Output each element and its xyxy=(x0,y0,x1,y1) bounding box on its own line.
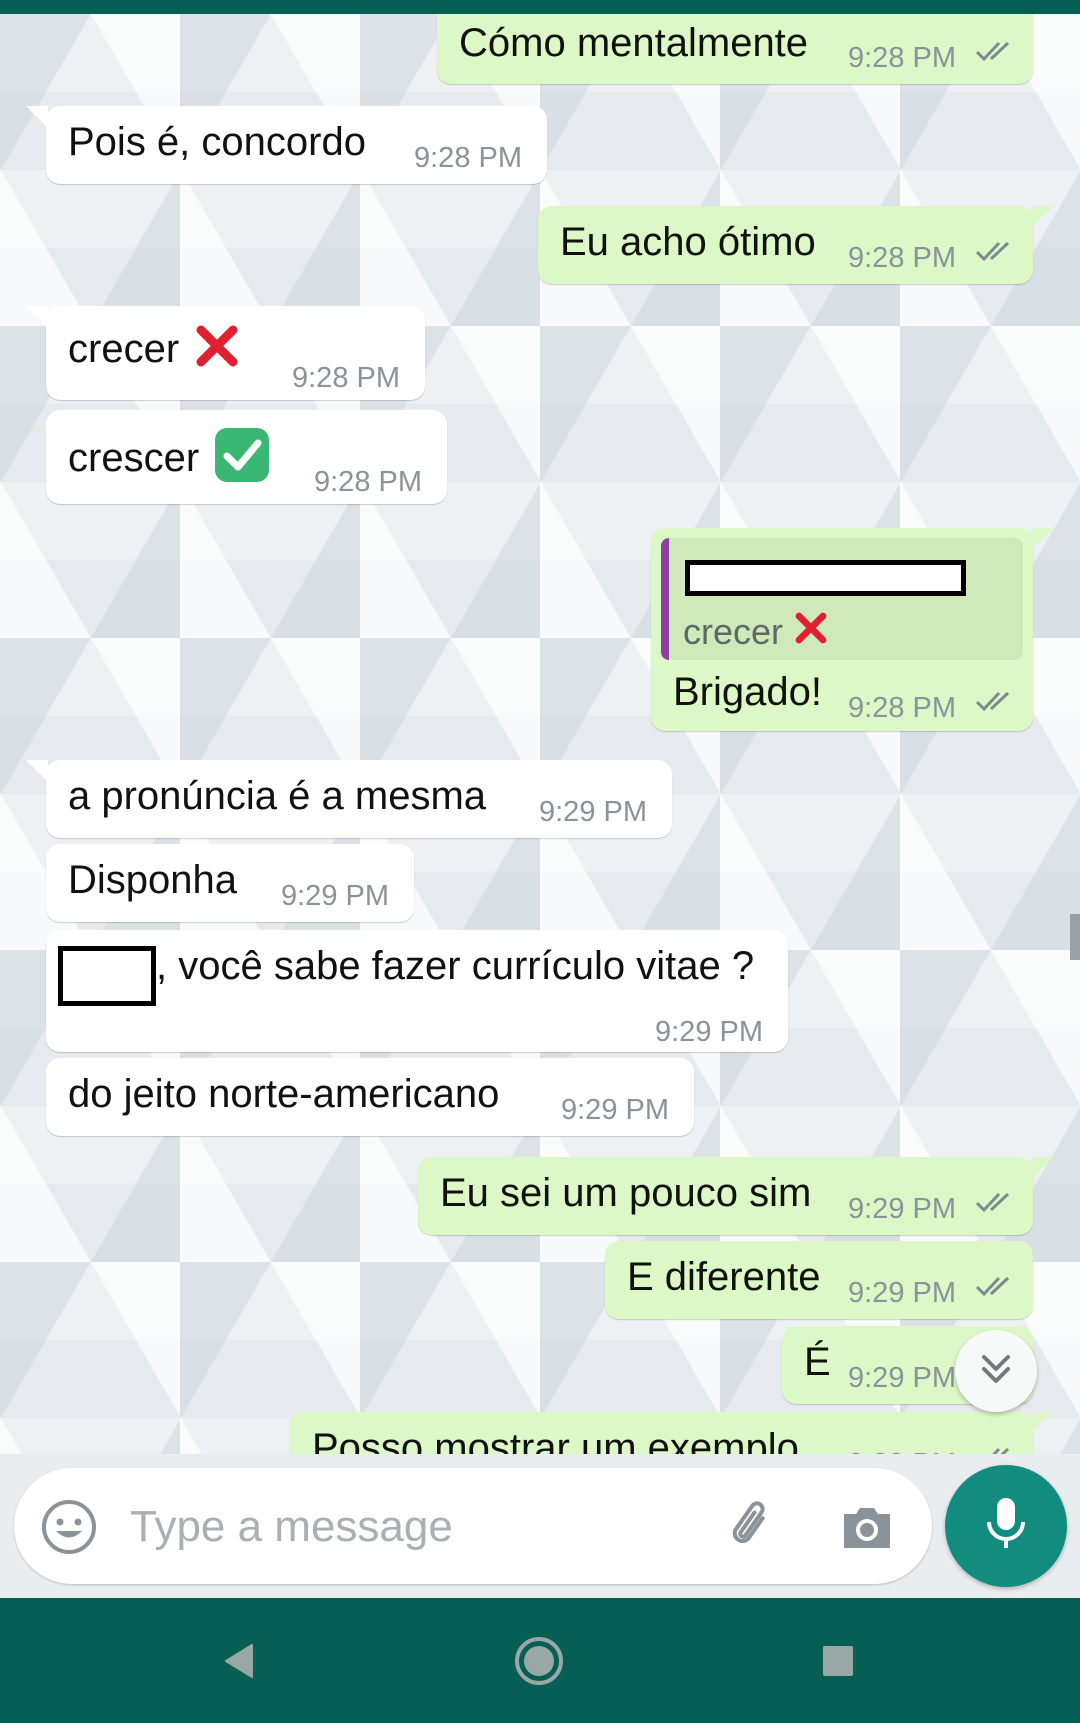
message-bubble-incoming[interactable]: a pronúncia é a mesma 9:29 PM xyxy=(26,760,672,838)
message-input[interactable] xyxy=(128,1496,692,1558)
message-bubble-incoming[interactable]: crecer 9:28 PM xyxy=(26,306,425,400)
message-bubble-outgoing[interactable]: Eu acho ótimo 9:28 PM xyxy=(538,206,1053,284)
redacted-name xyxy=(58,946,156,1006)
message-time: 9:28 PM xyxy=(848,42,956,74)
message-text: Eu sei um pouco sim xyxy=(440,1171,812,1215)
message-text: Brigado! xyxy=(673,670,822,714)
message-bubble-incoming[interactable]: Disponha 9:29 PM xyxy=(46,844,414,922)
message-text: , você sabe fazer currículo vitae ? xyxy=(156,944,755,988)
message-time: 9:28 PM xyxy=(292,362,400,394)
message-text: Eu acho ótimo xyxy=(560,220,816,264)
read-ticks-icon xyxy=(975,690,1015,712)
read-ticks-icon xyxy=(975,1275,1015,1297)
system-navigation-bar xyxy=(0,1598,1080,1723)
quoted-message[interactable]: crecer xyxy=(661,538,1023,660)
message-text: E diferente xyxy=(627,1255,821,1299)
red-x-icon xyxy=(193,322,241,381)
read-ticks-icon xyxy=(975,40,1015,62)
message-bubble-incoming[interactable]: do jeito norte-americano 9:29 PM xyxy=(46,1058,694,1136)
message-time: 9:29 PM xyxy=(848,1440,956,1454)
mic-icon xyxy=(983,1496,1029,1557)
message-composer xyxy=(14,1468,932,1584)
message-time: 9:29 PM xyxy=(539,796,647,828)
message-text: do jeito norte-americano xyxy=(68,1072,500,1116)
quoted-author-redacted xyxy=(685,560,966,596)
red-x-icon xyxy=(793,610,829,658)
scrollbar-thumb[interactable] xyxy=(1070,914,1080,960)
message-text: Pois é, concordo xyxy=(68,120,366,164)
message-time: 9:28 PM xyxy=(848,692,956,724)
message-text: crecer xyxy=(68,322,241,381)
message-bubble-incoming[interactable]: , você sabe fazer currículo vitae ? 9:29… xyxy=(46,930,788,1052)
message-time: 9:29 PM xyxy=(655,1016,763,1048)
message-text-content: crecer xyxy=(68,327,180,372)
status-bar xyxy=(0,0,1080,14)
message-text: É xyxy=(804,1340,831,1384)
message-text: Posso mostrar um exemplo xyxy=(312,1426,799,1454)
recents-icon[interactable] xyxy=(803,1628,873,1694)
message-time: 9:29 PM xyxy=(848,1193,956,1225)
conversation-view[interactable]: Cómo mentalmente 9:28 PM Pois é, concord… xyxy=(0,14,1080,1454)
read-ticks-icon xyxy=(975,1191,1015,1213)
message-time: 9:28 PM xyxy=(414,142,522,174)
message-bubble-outgoing[interactable]: E diferente 9:29 PM xyxy=(605,1241,1033,1319)
message-text: Disponha xyxy=(68,858,238,902)
message-text: crescer xyxy=(68,426,271,495)
message-bubble-incoming[interactable]: crescer 9:28 PM xyxy=(46,410,447,504)
message-time: 9:29 PM xyxy=(281,880,389,912)
emoji-icon[interactable] xyxy=(40,1498,98,1556)
read-ticks-icon xyxy=(975,1446,1015,1454)
message-time: 9:29 PM xyxy=(561,1094,669,1126)
message-text: Cómo mentalmente xyxy=(459,21,809,65)
camera-icon[interactable] xyxy=(838,1498,896,1556)
quoted-text: crecer xyxy=(683,608,829,658)
double-chevron-down-icon xyxy=(976,1349,1016,1394)
message-bubble-outgoing-reply[interactable]: crecer Brigado! 9:28 PM xyxy=(651,528,1053,731)
voice-record-button[interactable] xyxy=(945,1465,1067,1587)
quoted-text-content: crecer xyxy=(683,611,784,652)
message-bubble-outgoing[interactable]: Cómo mentalmente 9:28 PM xyxy=(437,14,1033,84)
message-time: 9:28 PM xyxy=(314,466,422,498)
message-bubble-outgoing[interactable]: Posso mostrar um exemplo 9:29 PM xyxy=(290,1412,1053,1454)
green-check-icon xyxy=(213,426,271,495)
message-time: 9:28 PM xyxy=(848,242,956,274)
message-text-content: crescer xyxy=(68,436,200,481)
message-time: 9:29 PM xyxy=(848,1362,956,1394)
message-bubble-outgoing[interactable]: Eu sei um pouco sim 9:29 PM xyxy=(418,1157,1053,1235)
attach-icon[interactable] xyxy=(724,1498,782,1556)
message-bubble-incoming[interactable]: Pois é, concordo 9:28 PM xyxy=(26,106,547,184)
scroll-to-bottom-button[interactable] xyxy=(955,1330,1037,1412)
home-icon[interactable] xyxy=(504,1628,574,1694)
message-text: a pronúncia é a mesma xyxy=(68,774,487,818)
read-ticks-icon xyxy=(975,240,1015,262)
back-icon[interactable] xyxy=(205,1628,275,1694)
message-time: 9:29 PM xyxy=(848,1277,956,1309)
